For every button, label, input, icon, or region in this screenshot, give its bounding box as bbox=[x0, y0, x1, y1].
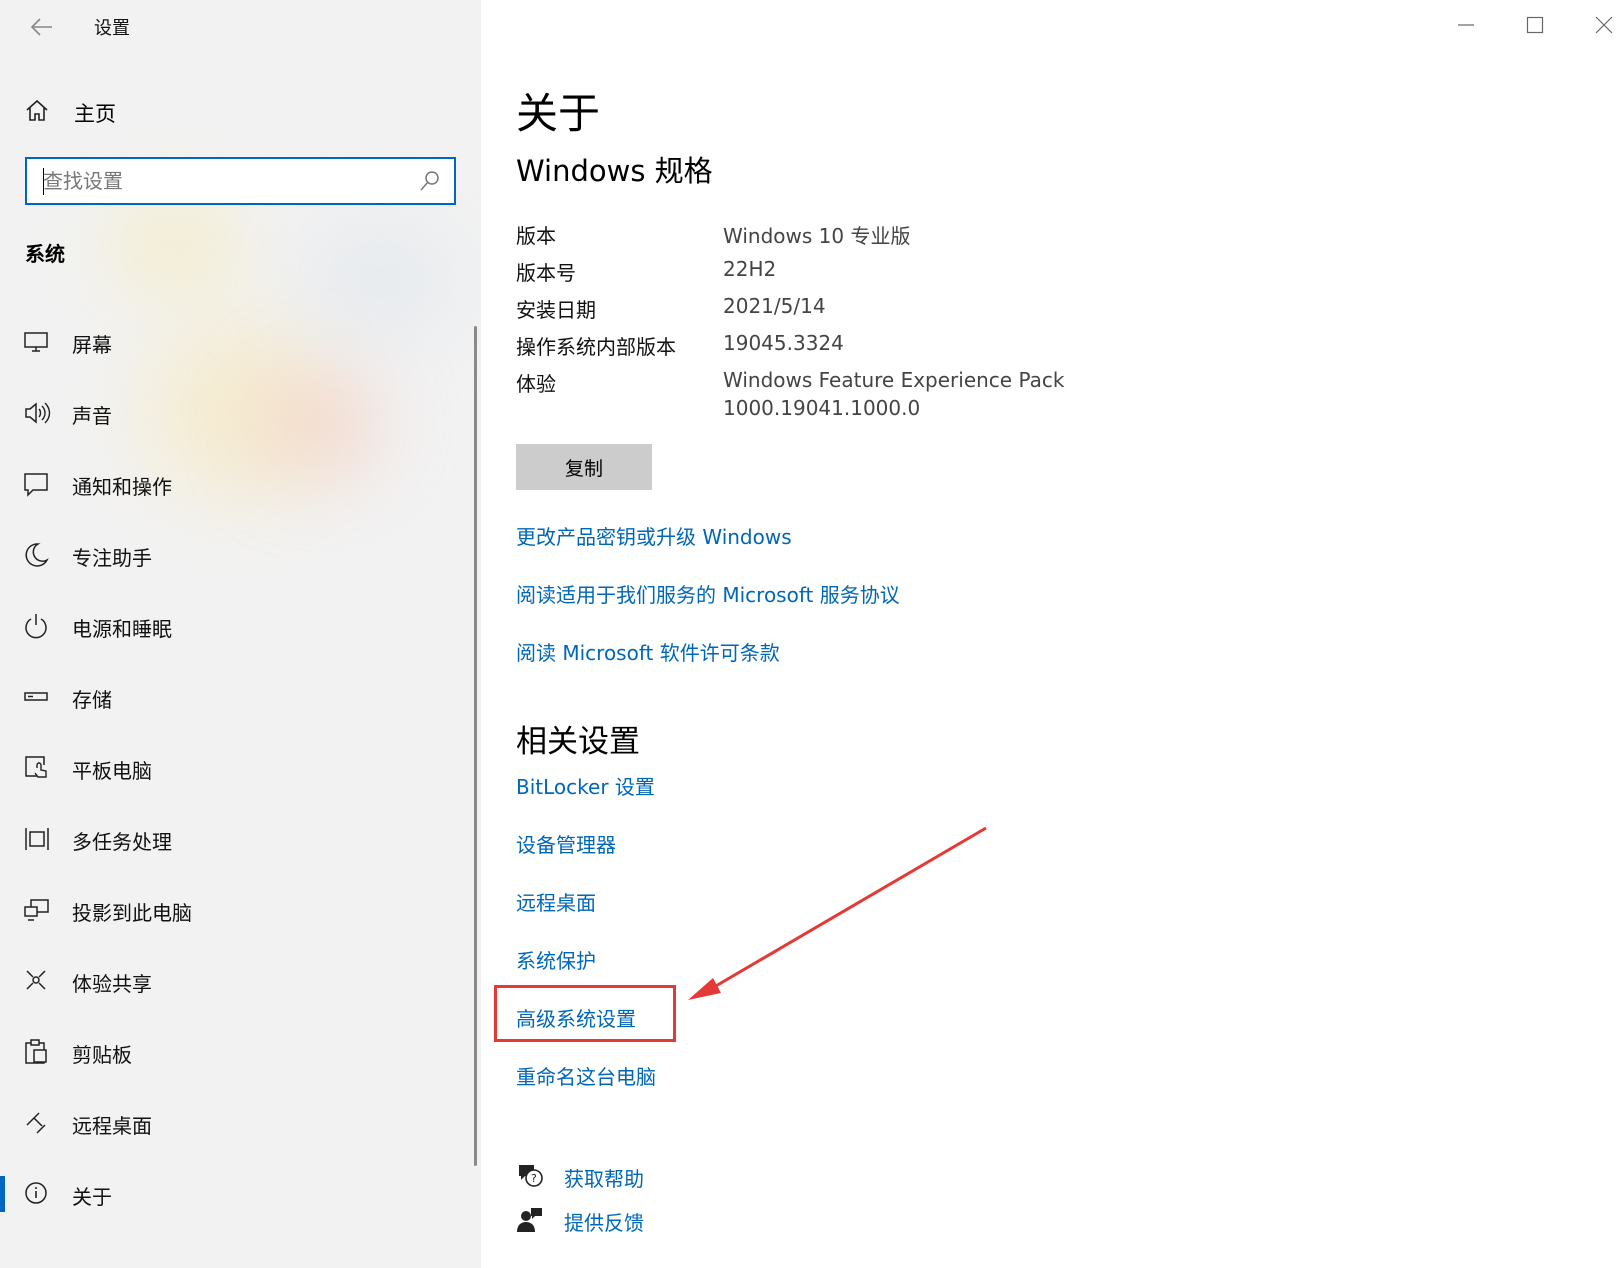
tablet-icon bbox=[25, 756, 47, 778]
sidebar-item-about[interactable]: 关于 bbox=[0, 1170, 481, 1218]
help-link-label: 提供反馈 bbox=[564, 1211, 644, 1235]
section-title: 系统 bbox=[25, 242, 65, 266]
help-link-label: 获取帮助 bbox=[564, 1167, 644, 1191]
sidebar-item-label: 远程桌面 bbox=[72, 1114, 152, 1138]
clipboard-icon bbox=[25, 1039, 47, 1064]
sidebar-item-multitasking[interactable]: 多任务处理 bbox=[0, 815, 481, 863]
main-content: 关于 Windows 规格 版本 Windows 10 专业版 版本号 22H2… bbox=[481, 0, 1620, 1268]
sidebar-item-home[interactable]: 主页 bbox=[0, 86, 481, 136]
sidebar-item-label: 主页 bbox=[74, 102, 116, 126]
sidebar-item-sound[interactable]: 声音 bbox=[0, 389, 481, 437]
sidebar-item-display[interactable]: 屏幕 bbox=[0, 318, 481, 366]
sidebar-scrollbar[interactable] bbox=[474, 326, 477, 1166]
sidebar-item-label: 屏幕 bbox=[72, 333, 112, 357]
monitor-icon bbox=[24, 332, 48, 352]
remote-icon bbox=[26, 1112, 46, 1134]
sidebar-item-shared-experiences[interactable]: 体验共享 bbox=[0, 957, 481, 1005]
sidebar-item-label: 通知和操作 bbox=[72, 475, 172, 499]
back-arrow-icon bbox=[31, 18, 52, 36]
annotation-arrow bbox=[688, 826, 987, 1000]
sidebar-item-label: 投影到此电脑 bbox=[72, 901, 192, 925]
sidebar-item-clipboard[interactable]: 剪贴板 bbox=[0, 1028, 481, 1076]
sidebar-item-label: 声音 bbox=[72, 404, 112, 428]
sidebar-item-remote-desktop[interactable]: 远程桌面 bbox=[0, 1099, 481, 1147]
storage-icon bbox=[24, 692, 48, 701]
sidebar-item-label: 多任务处理 bbox=[72, 830, 172, 854]
active-indicator bbox=[0, 1176, 5, 1212]
sidebar-item-label: 剪贴板 bbox=[72, 1043, 132, 1067]
search-box[interactable] bbox=[25, 157, 456, 205]
speaker-icon bbox=[25, 402, 51, 424]
sidebar-item-focus-assist[interactable]: 专注助手 bbox=[0, 531, 481, 579]
sidebar-item-label: 平板电脑 bbox=[72, 759, 152, 783]
sidebar-item-label: 关于 bbox=[72, 1185, 112, 1209]
sidebar-item-storage[interactable]: 存储 bbox=[0, 673, 481, 721]
share-icon bbox=[26, 970, 46, 990]
sidebar-item-label: 专注助手 bbox=[72, 546, 152, 570]
sidebar-item-label: 存储 bbox=[72, 688, 112, 712]
sidebar-item-project[interactable]: 投影到此电脑 bbox=[0, 886, 481, 934]
sidebar-item-label: 电源和睡眠 bbox=[72, 617, 172, 641]
back-button[interactable] bbox=[24, 12, 60, 42]
sidebar: 设置 主页 系统 屏幕 声音 通知和操作 专注助手 电源和睡眠 存储 平板电脑 … bbox=[0, 0, 481, 1268]
sidebar-item-tablet[interactable]: 平板电脑 bbox=[0, 744, 481, 792]
search-icon[interactable] bbox=[418, 169, 442, 193]
search-input[interactable] bbox=[41, 168, 411, 194]
power-icon bbox=[25, 614, 47, 639]
home-icon bbox=[26, 99, 48, 121]
multitask-icon bbox=[25, 828, 49, 850]
info-icon bbox=[25, 1182, 47, 1204]
message-icon bbox=[24, 473, 48, 497]
svg-text:?: ? bbox=[531, 1172, 537, 1185]
sidebar-item-power[interactable]: 电源和睡眠 bbox=[0, 602, 481, 650]
app-title: 设置 bbox=[94, 18, 130, 39]
sidebar-item-notifications[interactable]: 通知和操作 bbox=[0, 460, 481, 508]
help-chat-icon: ? bbox=[519, 1165, 543, 1187]
sidebar-item-label: 体验共享 bbox=[72, 972, 152, 996]
project-icon bbox=[24, 899, 49, 921]
moon-icon bbox=[25, 543, 49, 567]
feedback-icon bbox=[517, 1208, 542, 1232]
